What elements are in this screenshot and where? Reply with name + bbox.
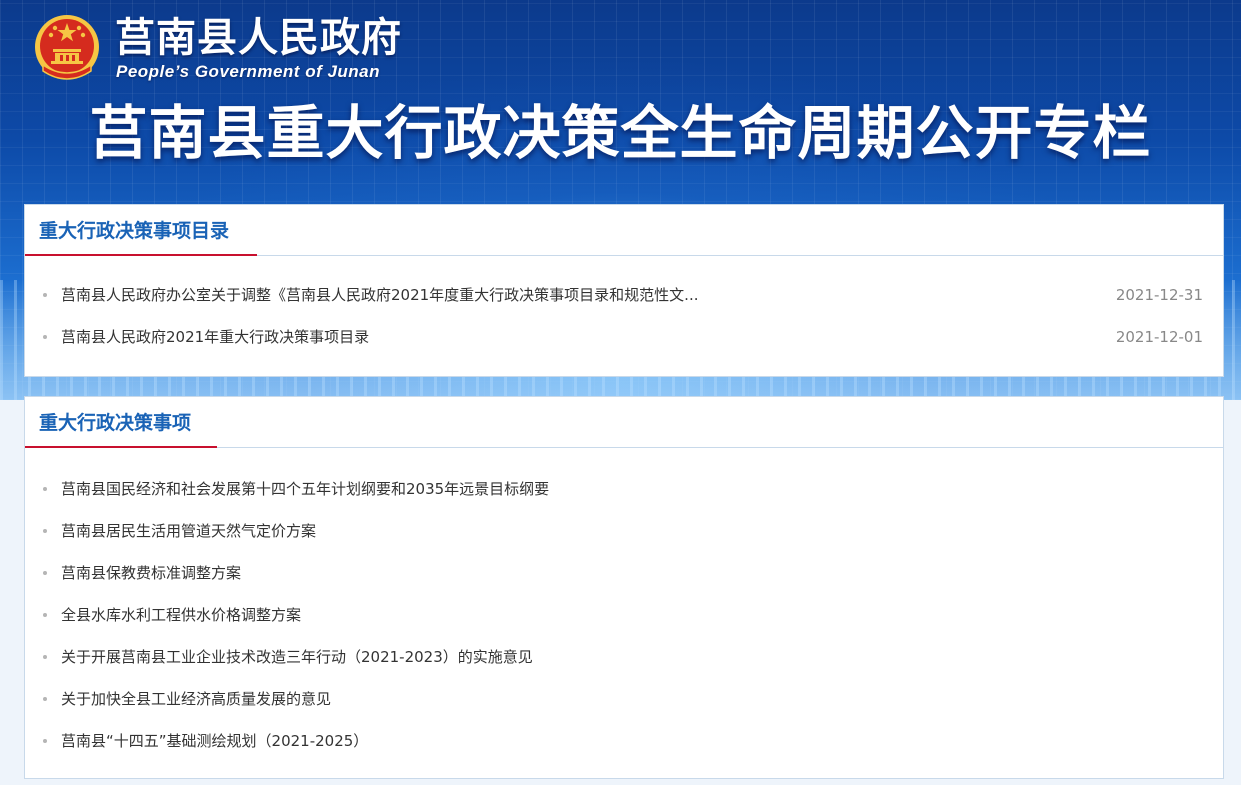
item-link[interactable]: 莒南县国民经济和社会发展第十四个五年计划纲要和2035年远景目标纲要 [61,477,549,501]
decision-items-panel: 重大行政决策事项 莒南县国民经济和社会发展第十四个五年计划纲要和2035年远景目… [24,396,1224,779]
panel-header: 重大行政决策事项目录 [25,205,1223,256]
list-item[interactable]: 关于加快全县工业经济高质量发展的意见 [25,687,1223,729]
list-item[interactable]: 全县水库水利工程供水价格调整方案 [25,603,1223,645]
item-link[interactable]: 关于开展莒南县工业企业技术改造三年行动（2021-2023）的实施意见 [61,645,533,669]
item-link[interactable]: 全县水库水利工程供水价格调整方案 [61,603,301,627]
bullet-icon [43,293,47,297]
item-link[interactable]: 莒南县保教费标准调整方案 [61,561,241,585]
bullet-icon [43,571,47,575]
item-link[interactable]: 莒南县人民政府2021年重大行政决策事项目录 [61,325,369,349]
item-link[interactable]: 莒南县人民政府办公室关于调整《莒南县人民政府2021年度重大行政决策事项目录和规… [61,283,698,307]
item-link[interactable]: 莒南县居民生活用管道天然气定价方案 [61,519,316,543]
bullet-icon [43,613,47,617]
national-emblem-icon [35,15,99,80]
panel-title[interactable]: 重大行政决策事项目录 [39,219,229,243]
page-headline: 莒南县重大行政决策全生命周期公开专栏 [89,99,1152,167]
list-item[interactable]: 莒南县国民经济和社会发展第十四个五年计划纲要和2035年远景目标纲要 [25,477,1223,519]
title-underline [25,254,257,256]
panel-title[interactable]: 重大行政决策事项 [39,411,191,435]
item-link[interactable]: 关于加快全县工业经济高质量发展的意见 [61,687,331,711]
catalog-list: 莒南县人民政府办公室关于调整《莒南县人民政府2021年度重大行政决策事项目录和规… [25,283,1223,367]
bullet-icon [43,655,47,659]
list-item[interactable]: 莒南县人民政府2021年重大行政决策事项目录 2021-12-01 [25,325,1223,367]
bullet-icon [43,697,47,701]
gov-name-en: People’s Government of Junan [116,62,381,81]
list-item[interactable]: 莒南县居民生活用管道天然气定价方案 [25,519,1223,561]
bullet-icon [43,739,47,743]
title-underline [25,446,217,448]
item-date: 2021-12-01 [1115,328,1203,346]
list-item[interactable]: 莒南县人民政府办公室关于调整《莒南县人民政府2021年度重大行政决策事项目录和规… [25,283,1223,325]
bullet-icon [43,529,47,533]
list-item[interactable]: 关于开展莒南县工业企业技术改造三年行动（2021-2023）的实施意见 [25,645,1223,687]
item-date: 2021-12-31 [1115,286,1203,304]
decision-catalog-panel: 重大行政决策事项目录 莒南县人民政府办公室关于调整《莒南县人民政府2021年度重… [24,204,1224,377]
gov-name[interactable]: 莒南县人民政府 [115,14,402,62]
panel-header: 重大行政决策事项 [25,397,1223,448]
item-link[interactable]: 莒南县“十四五”基础测绘规划（2021-2025） [61,729,368,753]
decision-list: 莒南县国民经济和社会发展第十四个五年计划纲要和2035年远景目标纲要 莒南县居民… [25,477,1223,771]
bullet-icon [43,335,47,339]
list-item[interactable]: 莒南县“十四五”基础测绘规划（2021-2025） [25,729,1223,771]
list-item[interactable]: 莒南县保教费标准调整方案 [25,561,1223,603]
bullet-icon [43,487,47,491]
